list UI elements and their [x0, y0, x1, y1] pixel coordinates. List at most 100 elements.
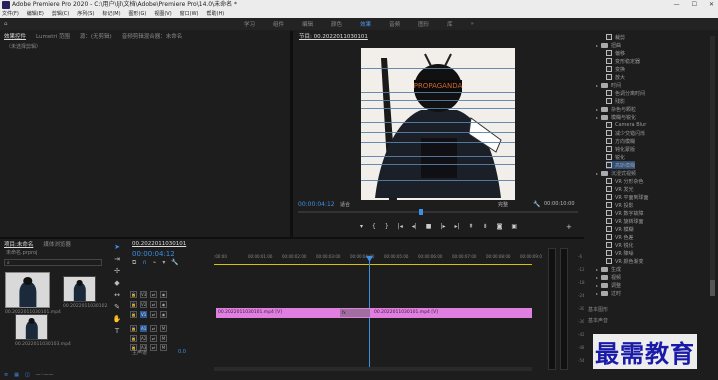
- menu-item[interactable]: 序列(S): [77, 10, 94, 18]
- home-icon[interactable]: ⌂: [4, 21, 8, 27]
- menu-item[interactable]: 标记(M): [102, 10, 120, 18]
- effects-scrollbar[interactable]: [710, 36, 715, 296]
- effect-item[interactable]: 钝化蒙版: [606, 145, 635, 153]
- close-icon[interactable]: ✕: [709, 0, 714, 10]
- sync-lock-icon[interactable]: ⇄: [150, 343, 157, 351]
- clip-transition[interactable]: fx: [340, 309, 370, 317]
- menu-item[interactable]: 文件(F): [2, 10, 19, 18]
- hand-tool-icon[interactable]: ✋: [113, 315, 122, 323]
- lock-icon[interactable]: 🔒: [130, 334, 137, 342]
- step-back-icon[interactable]: ◂|: [412, 223, 417, 230]
- menu-item[interactable]: 视图(V): [154, 10, 171, 18]
- master-value[interactable]: 0.0: [178, 349, 186, 355]
- workspace-tab[interactable]: 图形: [418, 20, 429, 28]
- quality-dropdown[interactable]: 完整: [498, 201, 508, 208]
- effect-item[interactable]: VR 旋转球面: [606, 217, 643, 225]
- sync-lock-icon[interactable]: ⇄: [150, 310, 157, 318]
- effect-folder[interactable]: ▸ 模糊与锐化: [596, 113, 636, 121]
- left-panel-tab[interactable]: Lumetri 范围: [36, 32, 70, 40]
- eye-icon[interactable]: ◉: [160, 300, 167, 308]
- zoom-slider[interactable]: —◦——: [36, 372, 54, 378]
- icon-view-icon[interactable]: ▦: [14, 372, 19, 378]
- effect-item[interactable]: VR 锐化: [606, 241, 633, 249]
- track-label[interactable]: V3: [140, 290, 147, 298]
- effect-folder[interactable]: ▸ 时间: [596, 81, 621, 89]
- program-playhead[interactable]: [419, 209, 423, 215]
- effect-item[interactable]: 变换: [606, 65, 625, 73]
- menu-item[interactable]: 帮助(H): [207, 10, 225, 18]
- track-label[interactable]: A2: [140, 334, 147, 342]
- timeline-settings-icon[interactable]: 🔧: [171, 259, 178, 267]
- maximize-icon[interactable]: ☐: [692, 0, 697, 10]
- effect-folder[interactable]: ▸ 扭曲: [596, 41, 621, 49]
- effect-item[interactable]: VR 颜色渐变: [606, 257, 643, 265]
- step-forward-icon[interactable]: |▸: [440, 223, 445, 230]
- add-marker-icon[interactable]: ▾: [162, 259, 165, 267]
- effect-folder[interactable]: ▸ 杂色与颗粒: [596, 105, 636, 113]
- workspace-tab[interactable]: 库: [447, 20, 453, 28]
- lock-icon[interactable]: 🔒: [130, 290, 137, 298]
- effect-item[interactable]: VR 分形杂色: [606, 177, 643, 185]
- bottom-panel-tab[interactable]: 基本图形: [588, 306, 714, 313]
- marker-icon[interactable]: ▾: [360, 223, 363, 230]
- menu-item[interactable]: 图形(G): [129, 10, 147, 18]
- effect-item[interactable]: VR 投影: [606, 201, 633, 209]
- extract-icon[interactable]: ⇟: [483, 223, 488, 230]
- effect-folder[interactable]: ▸ 过时: [596, 289, 621, 297]
- sync-lock-icon[interactable]: ⇄: [150, 324, 157, 332]
- track-label[interactable]: A1: [140, 324, 147, 332]
- out-point-icon[interactable]: }: [385, 223, 389, 230]
- project-tab[interactable]: 媒体浏览器: [43, 240, 71, 248]
- lock-icon[interactable]: 🔒: [130, 310, 137, 318]
- project-item-thumbnail[interactable]: [15, 314, 48, 340]
- project-item-thumbnail[interactable]: [63, 276, 96, 302]
- effects-scroll-thumb[interactable]: [710, 280, 715, 296]
- fit-dropdown[interactable]: 适合: [340, 201, 350, 208]
- nest-icon[interactable]: ⧉: [132, 259, 136, 267]
- bottom-panel-tab[interactable]: 基本声音: [588, 317, 714, 324]
- add-button-icon[interactable]: +: [566, 223, 572, 231]
- stop-icon[interactable]: ■: [426, 223, 432, 230]
- timeline-tab[interactable]: 00.2022011030101: [132, 241, 186, 247]
- track-select-icon[interactable]: ⇥: [114, 255, 120, 263]
- program-timecode[interactable]: 00:00:04:12: [298, 201, 335, 208]
- left-panel-tab[interactable]: 音频剪辑混合器：未命名: [122, 32, 183, 40]
- effect-item[interactable]: 方向模糊: [606, 137, 635, 145]
- settings-icon[interactable]: ▣: [511, 223, 517, 230]
- effect-item[interactable]: 放大: [606, 73, 625, 81]
- menu-item[interactable]: 窗口(W): [180, 10, 199, 18]
- left-panel-tab[interactable]: 源：(无剪辑): [80, 32, 112, 40]
- snap-icon[interactable]: ∩: [142, 259, 146, 267]
- effect-folder[interactable]: ▸ 生成: [596, 265, 621, 273]
- freeform-view-icon[interactable]: ◫: [25, 372, 30, 378]
- menu-item[interactable]: 剪辑(C): [52, 10, 69, 18]
- effect-item[interactable]: VR 降噪: [606, 249, 633, 257]
- effect-item[interactable]: VR 色差: [606, 233, 633, 241]
- selection-tool-icon[interactable]: ➤: [114, 243, 120, 251]
- effect-item[interactable]: 高斯模糊: [606, 161, 636, 169]
- linked-select-icon[interactable]: ⌁: [153, 259, 157, 267]
- eye-icon[interactable]: ◉: [160, 310, 167, 318]
- razor-tool-icon[interactable]: ◆: [114, 279, 119, 287]
- effect-item[interactable]: 锐化: [606, 153, 625, 161]
- effect-item[interactable]: 裁剪: [606, 33, 625, 41]
- sync-lock-icon[interactable]: ⇄: [150, 290, 157, 298]
- effect-item[interactable]: VR 发光: [606, 185, 633, 193]
- effect-item[interactable]: 偏移: [606, 49, 625, 57]
- track-label[interactable]: V2: [140, 300, 147, 308]
- lock-icon[interactable]: 🔒: [130, 300, 137, 308]
- workspace-overflow[interactable]: »: [471, 21, 474, 27]
- minimize-icon[interactable]: —: [674, 0, 680, 10]
- eye-icon[interactable]: ◉: [160, 290, 167, 298]
- program-scrubber[interactable]: [298, 211, 578, 213]
- list-view-icon[interactable]: ≡: [4, 372, 8, 378]
- effect-folder[interactable]: ▸ 视频: [596, 273, 621, 281]
- program-monitor-tab[interactable]: 节目: 00.2022011030101: [299, 32, 368, 40]
- wrench-icon[interactable]: 🔧: [533, 201, 540, 208]
- type-tool-icon[interactable]: T: [115, 327, 119, 335]
- track-label[interactable]: V1: [140, 310, 147, 318]
- effect-item[interactable]: 色调分离时间: [606, 89, 645, 97]
- sync-lock-icon[interactable]: ⇄: [150, 334, 157, 342]
- in-point-icon[interactable]: {: [372, 223, 376, 230]
- project-tab[interactable]: 项目:未命名: [4, 240, 33, 248]
